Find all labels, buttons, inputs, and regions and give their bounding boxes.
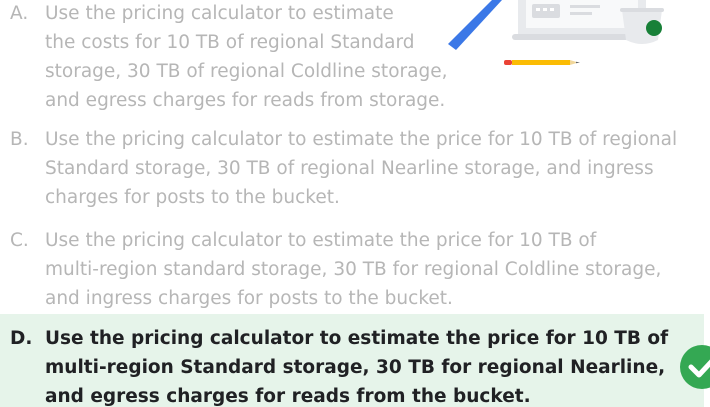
quiz-answer-page: A. Use the pricing calculator to estimat… [0,0,710,407]
option-text-line: Use the pricing calculator to estimate t… [45,129,678,150]
option-letter: C. [10,230,29,251]
option-text: Use the pricing calculator to estimate t… [45,0,447,115]
option-text: Use the pricing calculator to estimate t… [45,226,661,313]
answer-option-b[interactable]: B. Use the pricing calculator to estimat… [0,125,710,215]
option-text: Use the pricing calculator to estimate t… [45,324,668,407]
laptop-pencil-illustration [448,0,664,65]
option-text-line: charges for posts to the bucket. [45,187,340,208]
option-text-line: Use the pricing calculator to estimate [45,3,394,24]
option-text-line: and egress charges for reads from storag… [45,90,446,111]
option-text-line: multi-region standard storage, 30 TB for… [45,259,662,280]
option-text-line: and egress charges for reads from the bu… [45,386,531,407]
check-circle-icon [680,345,710,389]
option-text-line: the costs for 10 TB of regional Standard [45,32,415,53]
option-text-line: storage, 30 TB of regional Coldline stor… [45,61,448,82]
option-letter: B. [10,129,29,150]
option-text-line: and ingress charges for posts to the buc… [45,288,453,309]
answer-option-a[interactable]: A. Use the pricing calculator to estimat… [0,0,470,119]
option-text-line: Use the pricing calculator to estimate t… [45,328,669,349]
option-letter: D. [10,328,33,349]
option-text-line: multi-region Standard storage, 30 TB for… [45,357,666,378]
option-text: Use the pricing calculator to estimate t… [45,125,677,212]
option-text-line: Use the pricing calculator to estimate t… [45,230,597,251]
answer-option-c[interactable]: C. Use the pricing calculator to estimat… [0,226,710,316]
option-text-line: Standard storage, 30 TB of regional Near… [45,158,654,179]
option-letter: A. [10,3,29,24]
answer-option-d-correct[interactable]: D. Use the pricing calculator to estimat… [0,314,704,407]
